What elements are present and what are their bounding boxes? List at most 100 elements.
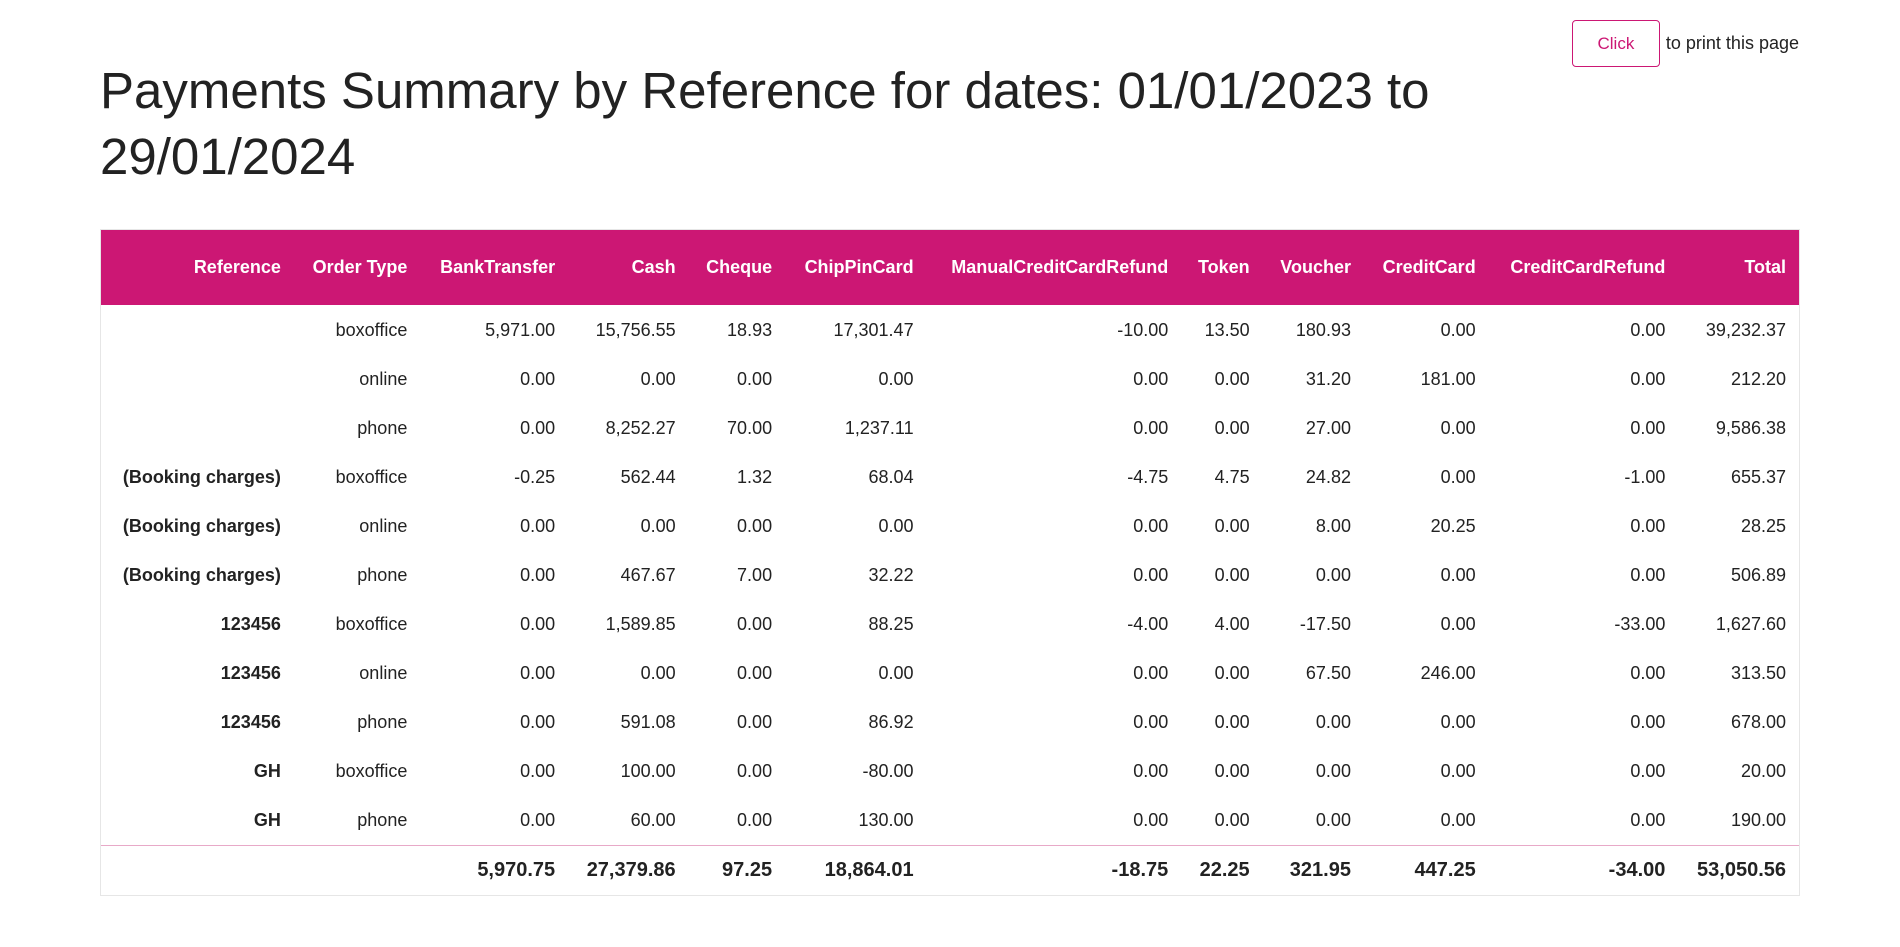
cell-cheque: 0.00 [737, 369, 773, 389]
cell-cash: 15,756.55 [595, 319, 676, 340]
cell-voucher: -17.50 [1299, 614, 1351, 634]
table-row: 123456 online 0.00 0.00 0.00 0.00 0.00 0.00 67.5… [101, 649, 1799, 698]
cell-creditcard: 0.00 [1440, 418, 1476, 438]
total-banktransfer: 5,970.75 [477, 858, 556, 881]
cell-creditcard: 0.00 [1440, 614, 1476, 634]
cell-order-type: online [359, 369, 408, 389]
cell-order-type: phone [357, 712, 408, 732]
cell-cash: 562.44 [620, 467, 676, 487]
payments-table-container: Reference Order Type BankTransfer Cash C… [100, 229, 1800, 896]
table-row: 123456 phone 0.00 591.08 0.00 86.92 0.00 0.00 0.… [101, 698, 1799, 747]
cell-cash: 1,589.85 [605, 614, 676, 634]
cell-chippincard: -80.00 [862, 761, 914, 781]
cell-order-type: boxoffice [335, 614, 408, 634]
cell-banktransfer: 0.00 [520, 516, 556, 536]
table-row: (Booking charges) phone 0.00 467.67 7.00 32.2… [101, 551, 1799, 600]
cell-reference: 123456 [220, 712, 281, 732]
cell-manualcreditcardrefund: -4.75 [1127, 467, 1169, 487]
cell-voucher: 8.00 [1315, 516, 1351, 536]
cell-manualcreditcardrefund: 0.00 [1133, 516, 1169, 536]
column-header-reference: Reference [193, 257, 281, 277]
column-header-voucher: Voucher [1280, 257, 1351, 277]
print-button[interactable]: Click [1571, 20, 1660, 67]
total-creditcardrefund: -34.00 [1608, 858, 1666, 881]
cell-chippincard: 86.92 [868, 712, 914, 732]
cell-creditcardrefund: 0.00 [1630, 663, 1666, 683]
page-title: Payments Summary by Reference for dates:… [100, 62, 1430, 185]
cell-reference [101, 355, 294, 404]
cell-order-type: boxoffice [335, 319, 408, 340]
total-voucher: 321.95 [1289, 858, 1351, 881]
cell-cheque: 70.00 [727, 418, 773, 438]
cell-voucher: 31.20 [1305, 369, 1351, 389]
cell-reference: (Booking charges) [122, 467, 281, 487]
cell-creditcardrefund: 0.00 [1630, 319, 1666, 340]
column-header-creditcard: CreditCard [1382, 257, 1476, 277]
cell-reference: 123456 [220, 663, 281, 683]
cell-total: 678.00 [1730, 712, 1786, 732]
cell-banktransfer: 0.00 [520, 614, 556, 634]
column-header-order-type: Order Type [312, 257, 408, 277]
column-header-total: Total [1744, 257, 1786, 277]
cell-manualcreditcardrefund: 0.00 [1133, 565, 1169, 585]
cell-reference: (Booking charges) [122, 565, 281, 585]
cell-voucher: 180.93 [1295, 319, 1351, 340]
cell-token: 0.00 [1214, 418, 1250, 438]
cell-creditcardrefund: 0.00 [1630, 809, 1666, 830]
cell-token: 0.00 [1214, 516, 1250, 536]
cell-creditcard: 0.00 [1440, 761, 1476, 781]
cell-creditcardrefund: -33.00 [1614, 614, 1666, 634]
cell-manualcreditcardrefund: 0.00 [1133, 761, 1169, 781]
cell-cheque: 0.00 [737, 761, 773, 781]
cell-order-type: phone [357, 565, 408, 585]
column-header-cheque: Cheque [706, 257, 773, 277]
cell-cash: 0.00 [640, 516, 676, 536]
cell-banktransfer: 5,971.00 [485, 319, 556, 340]
cell-voucher: 0.00 [1315, 809, 1351, 830]
cell-banktransfer: 0.00 [520, 712, 556, 732]
column-header-token: Token [1197, 257, 1250, 277]
cell-chippincard: 0.00 [878, 663, 914, 683]
cell-voucher: 67.50 [1305, 663, 1351, 683]
column-header-banktransfer: BankTransfer [440, 257, 556, 277]
cell-creditcard: 0.00 [1440, 712, 1476, 732]
cell-cheque: 0.00 [737, 663, 773, 683]
cell-banktransfer: -0.25 [514, 467, 556, 487]
cell-creditcardrefund: 0.00 [1630, 516, 1666, 536]
cell-total: 39,232.37 [1705, 319, 1786, 340]
cell-creditcardrefund: 0.00 [1630, 565, 1666, 585]
cell-voucher: 0.00 [1315, 712, 1351, 732]
table-row: (Booking charges) boxoffice -0.25 562.44 1.3… [101, 453, 1799, 502]
cell-banktransfer: 0.00 [520, 663, 556, 683]
cell-order-type: boxoffice [335, 467, 408, 487]
column-header-creditcardrefund: CreditCardRefund [1510, 257, 1666, 277]
cell-manualcreditcardrefund: -10.00 [1117, 319, 1169, 340]
cell-order-type: online [359, 663, 408, 683]
cell-banktransfer: 0.00 [520, 761, 556, 781]
cell-cheque: 1.32 [737, 467, 773, 487]
page: Click to print this page Payments Summar… [0, 0, 1900, 947]
cell-cash: 100.00 [620, 761, 676, 781]
cell-reference: 123456 [220, 614, 281, 634]
cell-cheque: 18.93 [727, 319, 773, 340]
cell-total: 20.00 [1740, 761, 1786, 781]
cell-manualcreditcardrefund: 0.00 [1133, 712, 1169, 732]
cell-creditcard: 0.00 [1440, 565, 1476, 585]
cell-total: 9,586.38 [1715, 418, 1786, 438]
cell-cheque: 7.00 [737, 565, 773, 585]
cell-reference [101, 404, 294, 453]
cell-chippincard: 0.00 [878, 369, 914, 389]
cell-creditcardrefund: 0.00 [1630, 761, 1666, 781]
print-suffix: to print this page [1665, 33, 1799, 53]
totals-row: 5,970.75 27,379.86 97.25 18,864.01 -18.75 22.… [101, 845, 1799, 895]
cell-creditcardrefund: 0.00 [1630, 369, 1666, 389]
cell-cash: 0.00 [640, 369, 676, 389]
cell-manualcreditcardrefund: 0.00 [1133, 369, 1169, 389]
cell-creditcard: 0.00 [1440, 319, 1476, 340]
cell-order-type: boxoffice [335, 761, 408, 781]
cell-creditcardrefund: -1.00 [1624, 467, 1666, 487]
cell-chippincard: 0.00 [878, 516, 914, 536]
table-row: phone 0.00 8,252.27 70.00 1,237.11 0.00 0.00 27… [101, 404, 1799, 453]
cell-total: 190.00 [1730, 809, 1786, 830]
cell-banktransfer: 0.00 [520, 369, 556, 389]
